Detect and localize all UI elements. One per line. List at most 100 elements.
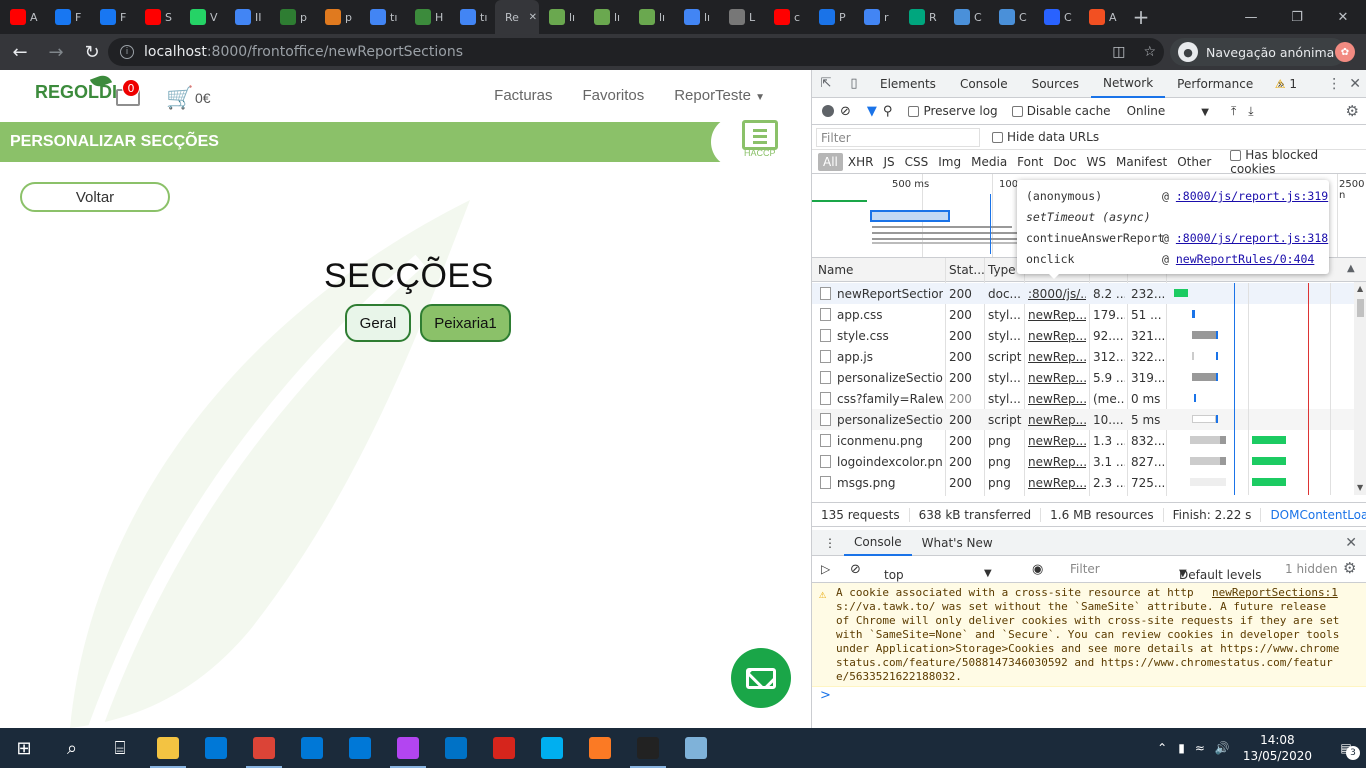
taskbar-start-button[interactable]: ⊞ <box>0 728 48 768</box>
import-har-icon[interactable]: ⤒ <box>1231 104 1236 119</box>
warnings-counter[interactable]: ⚠ 1 <box>1275 77 1297 91</box>
network-filter-input[interactable]: Filter <box>816 128 980 147</box>
taskbar-file-explorer-button[interactable] <box>144 728 192 768</box>
network-request-row[interactable]: app.js 200 script newRep... 312... 322... <box>812 346 1354 367</box>
stack-frame-link[interactable]: newReportRules/0:404 <box>1176 252 1314 266</box>
bookmark-star-icon[interactable]: ☆ <box>1143 44 1156 60</box>
browser-tab[interactable]: tı <box>360 0 405 34</box>
browser-tab[interactable]: p <box>315 0 360 34</box>
taskbar-acrobat-button[interactable] <box>480 728 528 768</box>
browser-tab[interactable]: C <box>1034 0 1079 34</box>
devtools-tab-sources[interactable]: Sources <box>1020 70 1091 98</box>
nav-dropdown-reporteste[interactable]: ReporTeste ▼ <box>674 87 765 104</box>
network-settings-icon[interactable]: ⚙ <box>1346 102 1359 120</box>
clear-console-icon[interactable]: ⊘ <box>850 562 861 577</box>
taskbar-xampp-button[interactable] <box>576 728 624 768</box>
request-initiator[interactable]: newRep... <box>1028 350 1086 364</box>
network-request-row[interactable]: logoindexcolor.png 200 png newRep... 3.1 ...… <box>812 451 1354 472</box>
browser-tab[interactable]: p <box>270 0 315 34</box>
request-initiator[interactable]: newRep... <box>1028 434 1086 448</box>
taskbar-store-button[interactable] <box>192 728 240 768</box>
devtools-tab-console[interactable]: Console <box>948 70 1020 98</box>
browser-tab[interactable]: lı <box>584 0 629 34</box>
browser-tab[interactable]: lı <box>674 0 719 34</box>
type-filter-xhr[interactable]: XHR <box>843 153 879 171</box>
action-center-icon[interactable]: ▤ 3 <box>1326 728 1366 768</box>
browser-tab[interactable]: r <box>854 0 899 34</box>
close-tab-icon[interactable]: ✕ <box>529 12 537 23</box>
forward-arrow-icon[interactable]: → <box>40 36 72 68</box>
request-initiator[interactable]: newRep... <box>1028 371 1086 385</box>
network-request-row[interactable]: iconmenu.png 200 png newRep... 1.3 ... 832... <box>812 430 1354 451</box>
taskbar-phpstorm-button[interactable] <box>384 728 432 768</box>
preserve-log-checkbox[interactable]: Preserve log <box>908 104 998 118</box>
drawer-tab-console[interactable]: Console <box>844 530 912 556</box>
section-button-peixaria1[interactable]: Peixaria1 <box>420 304 511 342</box>
browser-tab[interactable]: F <box>45 0 90 34</box>
disable-cache-checkbox[interactable]: Disable cache <box>1011 104 1111 118</box>
request-initiator[interactable]: newRep... <box>1028 329 1086 343</box>
type-filter-js[interactable]: JS <box>878 153 899 171</box>
nav-link-facturas[interactable]: Facturas <box>494 87 552 104</box>
request-initiator[interactable]: newRep... <box>1028 455 1086 469</box>
minimize-icon[interactable]: — <box>1228 0 1274 34</box>
network-request-row[interactable]: personalizeSectio... 200 styl... newRep... 5… <box>812 367 1354 388</box>
type-filter-all[interactable]: All <box>818 152 843 171</box>
scrollbar-thumb[interactable] <box>1357 299 1364 317</box>
taskbar-clock[interactable]: 14:08 13/05/2020 <box>1243 732 1312 764</box>
export-har-icon[interactable]: ⤓ <box>1248 104 1253 119</box>
type-filter-doc[interactable]: Doc <box>1048 153 1081 171</box>
sort-arrow-icon[interactable]: ▲ <box>1347 263 1355 274</box>
taskbar-edge-button[interactable] <box>336 728 384 768</box>
devtools-tab-elements[interactable]: Elements <box>868 70 948 98</box>
column-header-type[interactable]: Type <box>988 263 1016 277</box>
kebab-menu-icon[interactable]: ⋮ <box>1327 76 1341 92</box>
filter-funnel-icon[interactable]: ▼ <box>867 104 877 119</box>
type-filter-css[interactable]: CSS <box>900 153 934 171</box>
taskbar-terminal-button[interactable] <box>624 728 672 768</box>
volume-icon[interactable]: 🔊 <box>1210 741 1235 755</box>
battery-icon[interactable]: ▮ <box>1173 741 1190 755</box>
close-drawer-icon[interactable]: ✕ <box>1345 535 1357 551</box>
console-settings-icon[interactable]: ⚙ <box>1343 559 1356 577</box>
type-filter-manifest[interactable]: Manifest <box>1111 153 1172 171</box>
profile-icon[interactable]: ✿ <box>1335 42 1355 62</box>
browser-tab[interactable]: Re ✕ <box>495 0 539 34</box>
browser-tab[interactable]: II <box>225 0 270 34</box>
network-request-row[interactable]: personalizeSectio... 200 script newRep... 10… <box>812 409 1354 430</box>
network-request-row[interactable]: msgs.png 200 png newRep... 2.3 ... 725... <box>812 472 1354 493</box>
type-filter-media[interactable]: Media <box>966 153 1012 171</box>
address-bar[interactable]: i localhost:8000/frontoffice/newReportSe… <box>108 38 1164 66</box>
stack-frame-link[interactable]: :8000/js/report.js:318 <box>1176 231 1328 245</box>
network-request-row[interactable]: style.css 200 styl... newRep... 92.... 321... <box>812 325 1354 346</box>
drawer-tab-whats-new[interactable]: What's New <box>912 530 1003 556</box>
wifi-icon[interactable]: ≈ <box>1190 741 1210 755</box>
site-logo[interactable]: REGOLDI <box>35 72 117 103</box>
blocked-cookies-checkbox[interactable]: Has blocked cookies <box>1230 148 1366 176</box>
type-filter-other[interactable]: Other <box>1172 153 1216 171</box>
tray-chevron-up-icon[interactable]: ⌃ <box>1151 741 1173 755</box>
taskbar-task-view-button[interactable]: ⌸ <box>96 728 144 768</box>
browser-tab[interactable]: V <box>180 0 225 34</box>
request-initiator[interactable]: newRep... <box>1028 413 1086 427</box>
scroll-down-icon[interactable]: ▼ <box>1357 483 1363 492</box>
type-filter-img[interactable]: Img <box>933 153 966 171</box>
scroll-up-icon[interactable]: ▲ <box>1357 284 1363 293</box>
browser-tab[interactable]: R <box>899 0 944 34</box>
search-icon[interactable]: ⚲ <box>883 104 893 119</box>
chat-button[interactable] <box>731 648 791 708</box>
browser-tab[interactable]: lı <box>539 0 584 34</box>
network-request-row[interactable]: css?family=Ralew... 200 styl... newRep... (m… <box>812 388 1354 409</box>
warning-source-link[interactable]: newReportSections:1 <box>1212 586 1338 599</box>
console-prompt[interactable]: > <box>820 688 831 703</box>
taskbar-chrome-button[interactable] <box>240 728 288 768</box>
section-button-geral[interactable]: Geral <box>345 304 411 342</box>
browser-tab[interactable]: S <box>135 0 180 34</box>
browser-tab[interactable]: F <box>90 0 135 34</box>
taskbar-mail-button[interactable] <box>288 728 336 768</box>
request-initiator[interactable]: newRep... <box>1028 392 1086 406</box>
browser-tab[interactable]: H <box>405 0 450 34</box>
taskbar-notes-button[interactable] <box>672 728 720 768</box>
devtools-tab-network[interactable]: Network <box>1091 70 1166 98</box>
hide-data-urls-checkbox[interactable]: Hide data URLs <box>992 130 1099 144</box>
